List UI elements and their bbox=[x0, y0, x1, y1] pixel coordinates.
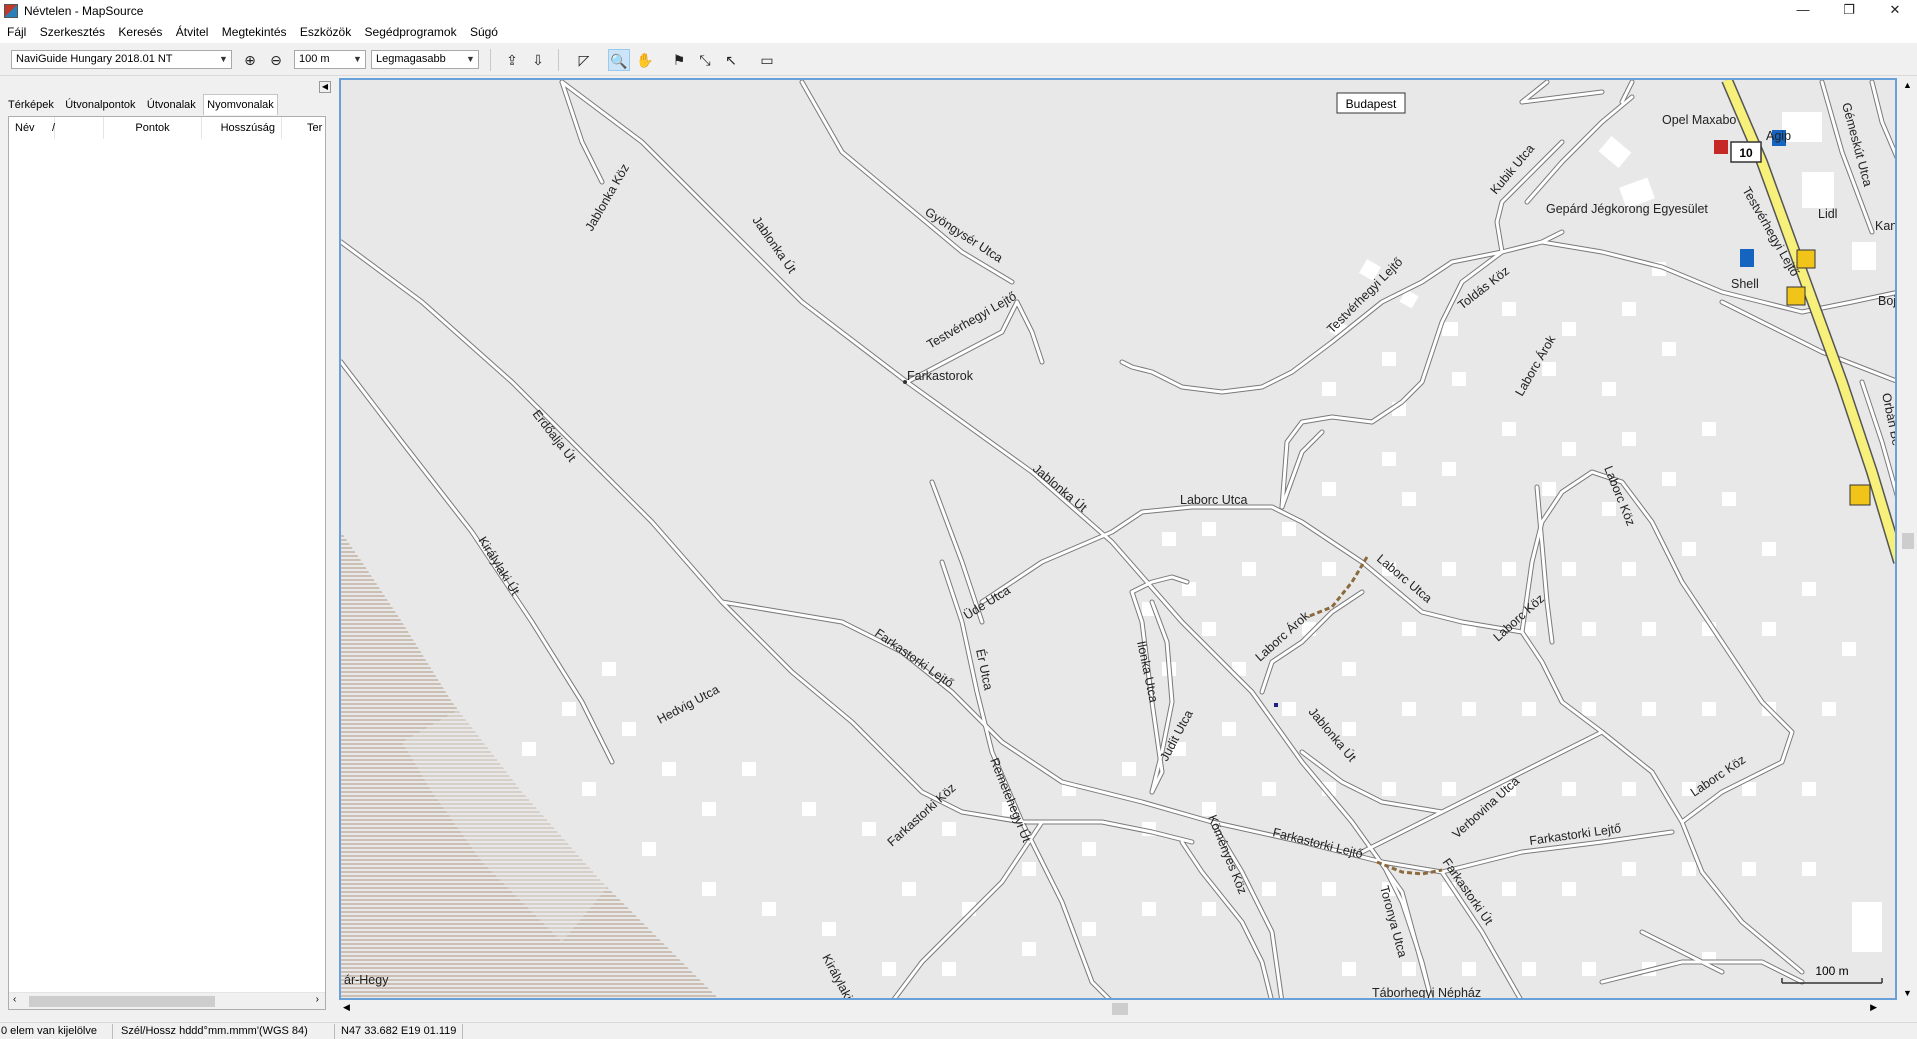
toolbar-separator bbox=[490, 49, 491, 71]
hand-tool-icon[interactable]: ✋ bbox=[634, 49, 656, 71]
label-arhegy: ár-Hegy bbox=[344, 973, 389, 987]
status-divider bbox=[334, 1024, 335, 1039]
menu-transfer[interactable]: Átvitel bbox=[176, 22, 209, 39]
app-icon bbox=[4, 4, 18, 18]
bus-stop-icon bbox=[1849, 484, 1871, 506]
collapse-panel-icon[interactable]: ◀ bbox=[319, 81, 331, 93]
label-boj: Boj bbox=[1878, 294, 1896, 308]
scroll-left-icon[interactable]: ◀ bbox=[343, 1002, 350, 1013]
maximize-button[interactable]: ❐ bbox=[1826, 0, 1872, 22]
map-view[interactable]: Budapest 10 Jablonka Köz Jablonka Út Gyö… bbox=[339, 78, 1897, 1000]
tracks-list[interactable]: Név / Pontok Hosszúság Ter ‹ › bbox=[8, 116, 326, 1010]
left-panel: ◀ Térképek Útvonalpontok Útvonalak Nyomv… bbox=[0, 77, 338, 1010]
menu-bar: Fájl Szerkesztés Keresés Átvitel Megteki… bbox=[0, 22, 1917, 43]
scroll-down-icon[interactable]: ▼ bbox=[1903, 988, 1912, 998]
fuel-station-icon bbox=[1740, 249, 1754, 267]
map-tool-icon[interactable]: ◸ bbox=[573, 49, 595, 71]
zoom-out-icon[interactable]: ⊖ bbox=[265, 49, 287, 71]
scroll-thumb[interactable] bbox=[1902, 533, 1914, 549]
coordinate-format: Szél/Hossz hddd°mm.mmm'(WGS 84) bbox=[121, 1025, 308, 1037]
menu-help[interactable]: Súgó bbox=[470, 22, 498, 39]
toolbar: NaviGuide Hungary 2018.01 NT ▼ ⊕ ⊖ 100 m… bbox=[0, 43, 1917, 76]
menu-view[interactable]: Megtekintés bbox=[222, 22, 287, 39]
bus-stop-icon bbox=[1786, 286, 1806, 306]
zoom-level-select[interactable]: 100 m ▼ bbox=[294, 50, 366, 69]
detail-level-select[interactable]: Legmagasabb ▼ bbox=[371, 50, 479, 69]
tab-tracks[interactable]: Nyomvonalak bbox=[203, 94, 278, 115]
scale-label: 100 m bbox=[1815, 964, 1848, 978]
chevron-down-icon: ▼ bbox=[219, 54, 228, 64]
detail-level-value: Legmagasabb bbox=[376, 53, 446, 65]
map-horizontal-scrollbar[interactable]: ◀ ▶ bbox=[339, 1000, 1899, 1018]
menu-utilities[interactable]: Segédprogramok bbox=[365, 22, 457, 39]
bus-stop-icon bbox=[1796, 249, 1816, 269]
menu-edit[interactable]: Szerkesztés bbox=[40, 22, 105, 39]
tab-waypoints[interactable]: Útvonalpontok bbox=[61, 94, 139, 116]
window-title: Névtelen - MapSource bbox=[24, 4, 144, 18]
label-lidl: Lidl bbox=[1818, 207, 1837, 221]
chevron-down-icon: ▼ bbox=[466, 54, 475, 64]
minimize-button[interactable]: — bbox=[1780, 0, 1826, 22]
column-length[interactable]: Hosszúság bbox=[202, 117, 282, 139]
zoom-level-value: 100 m bbox=[299, 53, 330, 65]
selection-status: 0 elem van kijelölve bbox=[1, 1025, 97, 1037]
label-farkastorok: Farkastorok bbox=[907, 369, 974, 383]
label-agip: Agip bbox=[1766, 129, 1791, 143]
label-shell: Shell bbox=[1731, 277, 1759, 291]
column-points[interactable]: Pontok bbox=[104, 117, 202, 139]
scroll-right-icon[interactable]: › bbox=[316, 994, 319, 1005]
selection-tool-icon[interactable]: ↖ bbox=[720, 49, 742, 71]
scroll-right-icon[interactable]: ▶ bbox=[1870, 1002, 1877, 1013]
map-point-marker bbox=[1274, 703, 1278, 707]
panel-tabs: Térképek Útvonalpontok Útvonalak Nyomvon… bbox=[4, 94, 278, 116]
label-tabor: Táborhegyi Népház bbox=[1372, 986, 1481, 1000]
scroll-thumb[interactable] bbox=[29, 996, 215, 1007]
column-area[interactable]: Ter bbox=[307, 117, 325, 139]
zoom-tool-icon[interactable]: 🔍 bbox=[608, 49, 630, 71]
menu-tools[interactable]: Eszközök bbox=[300, 22, 351, 39]
menu-search[interactable]: Keresés bbox=[118, 22, 162, 39]
status-divider bbox=[112, 1024, 113, 1039]
toolbar-separator bbox=[558, 49, 559, 71]
status-divider bbox=[462, 1024, 463, 1039]
column-name[interactable]: Név bbox=[15, 117, 55, 139]
status-bar: 0 elem van kijelölve Szél/Hossz hddd°mm.… bbox=[0, 1022, 1917, 1039]
map-vertical-scrollbar[interactable]: ▲ ▼ bbox=[1899, 78, 1917, 1000]
tab-maps[interactable]: Térképek bbox=[4, 94, 58, 116]
sort-indicator: / bbox=[52, 117, 104, 139]
receive-from-device-icon[interactable]: ⇪ bbox=[501, 49, 523, 71]
tab-routes[interactable]: Útvonalak bbox=[143, 94, 200, 116]
distance-tool-icon[interactable]: ▭ bbox=[754, 49, 780, 71]
close-button[interactable]: ✕ bbox=[1872, 0, 1917, 22]
label-laborc-utca-top: Laborc Utca bbox=[1180, 493, 1247, 507]
label-gepard: Gepárd Jégkorong Egyesület bbox=[1546, 202, 1708, 216]
cursor-coordinates: N47 33.682 E19 01.119 bbox=[341, 1025, 457, 1037]
map-product-select[interactable]: NaviGuide Hungary 2018.01 NT ▼ bbox=[11, 50, 232, 69]
route-tool-icon[interactable]: ⤡ bbox=[694, 49, 716, 71]
map-product-value: NaviGuide Hungary 2018.01 NT bbox=[16, 53, 173, 65]
menu-file[interactable]: Fájl bbox=[7, 22, 26, 39]
title-bar: Névtelen - MapSource — ❐ ✕ bbox=[0, 0, 1917, 22]
map-canvas[interactable]: Budapest 10 Jablonka Köz Jablonka Út Gyö… bbox=[341, 80, 1897, 1000]
route-shield-number: 10 bbox=[1739, 146, 1753, 160]
scroll-thumb[interactable] bbox=[1112, 1003, 1128, 1015]
scroll-left-icon[interactable]: ‹ bbox=[13, 994, 16, 1005]
city-label: Budapest bbox=[1346, 97, 1397, 111]
chevron-down-icon: ▼ bbox=[353, 54, 362, 64]
label-kana: Kana bbox=[1875, 219, 1897, 233]
car-dealer-icon bbox=[1714, 140, 1728, 154]
send-to-device-icon[interactable]: ⇩ bbox=[527, 49, 549, 71]
label-opel: Opel Maxabo bbox=[1662, 113, 1736, 127]
scroll-up-icon[interactable]: ▲ bbox=[1903, 80, 1912, 90]
list-horizontal-scrollbar[interactable]: ‹ › bbox=[9, 992, 325, 1009]
zoom-in-icon[interactable]: ⊕ bbox=[239, 49, 261, 71]
waypoint-tool-icon[interactable]: ⚑ bbox=[668, 49, 690, 71]
